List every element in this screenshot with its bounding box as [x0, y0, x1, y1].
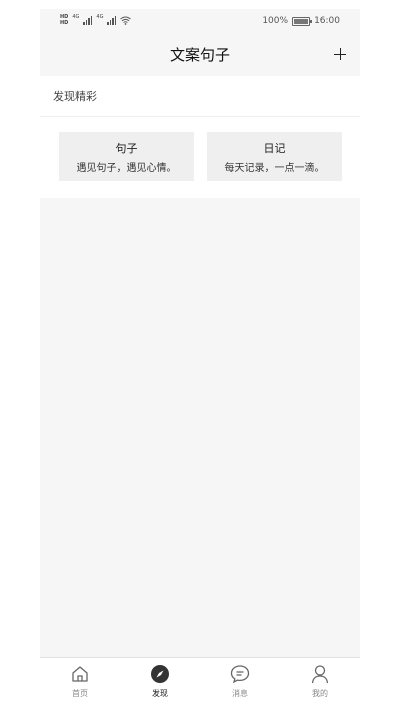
title-bar: 文案句子: [40, 34, 360, 76]
tab-discover[interactable]: 发现: [120, 658, 200, 711]
tab-label: 首页: [72, 689, 88, 698]
bottom-tab-bar: 首页 发现 消息 我的: [40, 657, 360, 711]
home-icon: [72, 666, 88, 682]
plus-icon[interactable]: [334, 48, 346, 60]
battery-percent: 100%: [262, 16, 289, 26]
message-icon: [230, 665, 250, 684]
tab-profile[interactable]: 我的: [280, 658, 360, 711]
tab-label: 我的: [312, 689, 328, 698]
signal-icon: [83, 15, 93, 25]
4g-icon: 4G: [72, 14, 80, 20]
page-title: 文案句子: [169, 46, 230, 64]
tab-messages[interactable]: 消息: [200, 658, 280, 711]
card-list: 句子 遇见句子，遇见心情。 日记 每天记录，一点一滴。: [59, 132, 342, 181]
tab-label: 发现: [152, 689, 168, 698]
card-sentences[interactable]: 句子 遇见句子，遇见心情。: [59, 132, 194, 181]
wifi-icon: [120, 16, 132, 25]
signal-icon-2: [107, 15, 117, 25]
hd-icon: HD HD: [60, 14, 69, 26]
tab-home[interactable]: 首页: [40, 658, 120, 711]
card-title: 日记: [263, 141, 286, 155]
app-screen: HD HD 4G 4G 100% 16:00 文案句子 发现精彩 句子 遇见句子…: [40, 9, 360, 711]
user-icon: [311, 665, 329, 684]
clock: 16:00: [314, 16, 340, 26]
compass-icon: [151, 665, 169, 683]
tab-label: 消息: [232, 689, 248, 698]
status-bar: HD HD 4G 4G 100% 16:00: [40, 9, 360, 34]
card-description: 遇见句子，遇见心情。: [76, 162, 177, 174]
card-diary[interactable]: 日记 每天记录，一点一滴。: [207, 132, 342, 181]
section-title: 发现精彩: [40, 76, 360, 117]
network-indicators: HD HD 4G 4G: [60, 14, 132, 26]
4g-icon-2: 4G: [96, 14, 104, 20]
discover-section: 发现精彩 句子 遇见句子，遇见心情。 日记 每天记录，一点一滴。: [40, 76, 360, 198]
card-description: 每天记录，一点一滴。: [224, 162, 325, 174]
status-right: 100% 16:00: [262, 16, 340, 26]
card-title: 句子: [115, 141, 138, 155]
battery-icon: [292, 16, 313, 26]
